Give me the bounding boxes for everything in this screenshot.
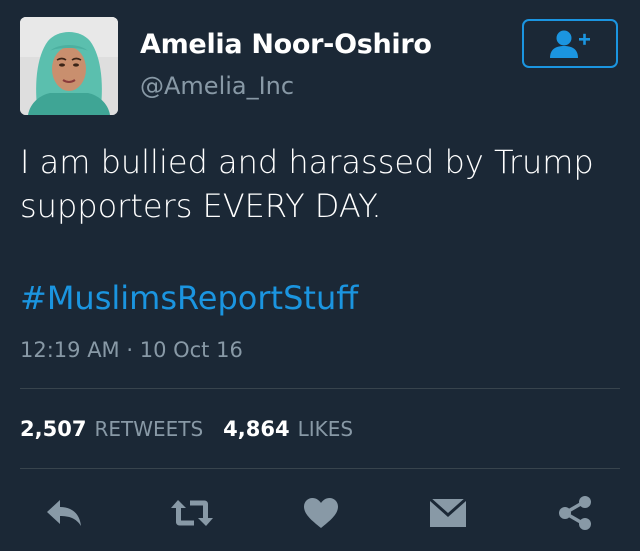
avatar-photo xyxy=(20,17,118,115)
share-icon xyxy=(559,496,591,530)
message-icon xyxy=(429,497,467,527)
reply-button[interactable] xyxy=(41,490,87,536)
reply-icon xyxy=(47,500,81,526)
tweet-text-line: supporters EVERY DAY. xyxy=(20,187,382,225)
message-button[interactable] xyxy=(425,490,471,536)
tweet-text: I am bullied and harassed by Trump suppo… xyxy=(20,140,620,228)
hashtag-link[interactable]: #MuslimsReportStuff xyxy=(20,279,358,317)
retweets-stat[interactable]: 2,507 RETWEETS xyxy=(20,417,203,441)
tweet-text-line: I am bullied and harassed by Trump xyxy=(20,143,594,181)
add-user-icon xyxy=(550,30,590,58)
retweet-button[interactable] xyxy=(169,490,215,536)
like-button[interactable] xyxy=(298,490,344,536)
likes-count: 4,864 xyxy=(223,417,290,441)
user-handle[interactable]: @Amelia_Inc xyxy=(140,72,294,100)
tweet-timestamp: 12:19 AM · 10 Oct 16 xyxy=(20,338,243,362)
display-name[interactable]: Amelia Noor-Oshiro xyxy=(140,29,432,60)
avatar[interactable] xyxy=(20,17,118,115)
tweet-stats: 2,507 RETWEETS 4,864 LIKES xyxy=(20,417,373,441)
retweets-label: RETWEETS xyxy=(94,417,204,441)
divider xyxy=(20,388,620,389)
follow-button[interactable] xyxy=(522,19,618,68)
share-button[interactable] xyxy=(552,490,598,536)
likes-stat[interactable]: 4,864 LIKES xyxy=(223,417,353,441)
likes-label: LIKES xyxy=(297,417,354,441)
retweet-icon xyxy=(171,500,213,526)
retweets-count: 2,507 xyxy=(20,417,87,441)
heart-icon xyxy=(304,498,338,528)
tweet-actions xyxy=(0,490,640,536)
divider xyxy=(20,468,620,469)
